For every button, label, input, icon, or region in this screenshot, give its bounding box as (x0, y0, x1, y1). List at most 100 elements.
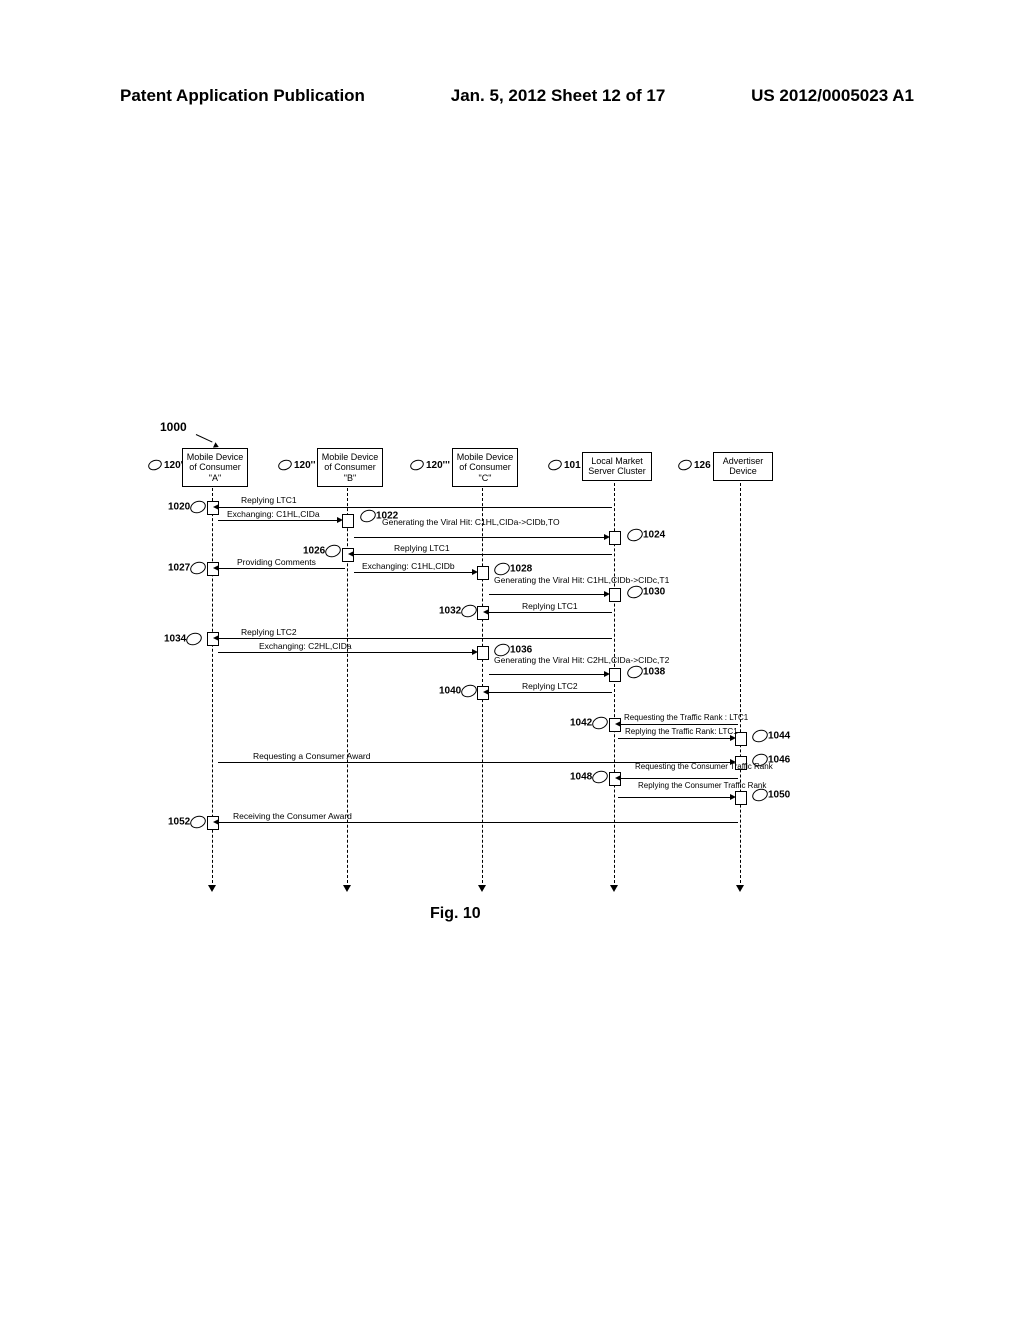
header-right: US 2012/0005023 A1 (751, 86, 914, 106)
figure-caption: Fig. 10 (430, 905, 481, 923)
msg-text: Replying the Traffic Rank: LTC1 (625, 727, 738, 736)
activation (477, 646, 489, 660)
arrow-left-icon (348, 551, 354, 557)
ref: 1024 (643, 530, 665, 541)
callout-1040: 1040 (439, 685, 477, 697)
ref: 1050 (768, 790, 790, 801)
page-header: Patent Application Publication Jan. 5, 2… (0, 86, 1024, 106)
msg-text: Requesting a Consumer Award (253, 751, 371, 761)
msg-line (219, 638, 612, 639)
ref: 1030 (643, 587, 665, 598)
msg-line (219, 507, 612, 508)
arrow-right-icon (604, 591, 610, 597)
callout-1030: 1030 (627, 586, 665, 598)
msg-line (621, 778, 738, 779)
ref: 1036 (510, 645, 532, 656)
callout-1026: 1026 (303, 545, 341, 557)
ref: 1028 (510, 564, 532, 575)
ref-text: 126 (694, 460, 711, 471)
arrow-right-icon (337, 517, 343, 523)
arrow-left-icon (213, 819, 219, 825)
ref: 1044 (768, 731, 790, 742)
activation (342, 514, 354, 528)
callout-1028: 1028 (494, 563, 532, 575)
msg-line (354, 572, 476, 573)
diagram-number-arrow (196, 432, 220, 444)
callout-1048: 1048 (570, 771, 608, 783)
msg-line (489, 692, 612, 693)
header-middle: Jan. 5, 2012 Sheet 12 of 17 (451, 86, 666, 106)
lifeline-arrow (478, 885, 486, 892)
ref: 1027 (168, 563, 190, 574)
lifeline-advertiser (740, 483, 741, 888)
lifeline-arrow (736, 885, 744, 892)
actor-label: Local Market Server Cluster (588, 456, 646, 476)
arrow-left-icon (483, 689, 489, 695)
msg-line (618, 738, 734, 739)
msg-text: Exchanging: C1HL,CIDb (362, 561, 455, 571)
callout-1032: 1032 (439, 605, 477, 617)
msg-text: Exchanging: C2HL,CIDa (259, 641, 352, 651)
lifeline-arrow (208, 885, 216, 892)
actor-label: Mobile Device of Consumer "A" (187, 452, 244, 483)
ref-text: 120'' (294, 460, 315, 471)
actor-box-server: Local Market Server Cluster (582, 452, 652, 481)
arrow-left-icon (615, 721, 621, 727)
msg-line (354, 537, 608, 538)
msg-text: Generating the Viral Hit: C1HL,CIDb->CID… (494, 576, 610, 585)
arrow-right-icon (730, 794, 736, 800)
msg-text: Requesting the Consumer Traffic Rank (635, 763, 735, 772)
callout-1024: 1024 (627, 529, 665, 541)
msg-line (354, 554, 612, 555)
ref: 1026 (303, 546, 325, 557)
msg-text: Replying LTC2 (241, 627, 297, 637)
msg-text: Replying LTC2 (522, 681, 578, 691)
arrow-left-icon (483, 609, 489, 615)
ref-text: 120''' (426, 460, 450, 471)
ref: 1020 (168, 502, 190, 513)
msg-line (219, 568, 345, 569)
lifeline-arrow (343, 885, 351, 892)
msg-line (621, 724, 738, 725)
arrow-right-icon (472, 649, 478, 655)
actor-ref-a1: 120' (148, 460, 183, 471)
ref: 1038 (643, 667, 665, 678)
msg-text: Generating the Viral Hit: C1HL,CIDa->CID… (382, 518, 512, 527)
ref: 1052 (168, 817, 190, 828)
ref-text: 101 (564, 460, 581, 471)
actor-ref-a5: 126 (678, 460, 711, 471)
patent-page: Patent Application Publication Jan. 5, 2… (0, 0, 1024, 1320)
msg-text: Replying LTC1 (394, 543, 450, 553)
callout-1034: 1034 (164, 633, 202, 645)
actor-box-consumer-b: Mobile Device of Consumer "B" (317, 448, 383, 487)
ref: 1048 (570, 772, 592, 783)
actor-ref-a2: 120'' (278, 460, 315, 471)
msg-line (489, 612, 612, 613)
msg-text: Replying LTC1 (241, 495, 297, 505)
arrow-right-icon (472, 569, 478, 575)
arrow-left-icon (213, 635, 219, 641)
ref: 1034 (164, 634, 186, 645)
msg-line (618, 797, 734, 798)
actor-label: Mobile Device of Consumer "C" (457, 452, 514, 483)
actor-label: Mobile Device of Consumer "B" (322, 452, 379, 483)
msg-text: Replying the Consumer Traffic Rank (638, 782, 734, 791)
callout-1044: 1044 (752, 730, 790, 742)
lifeline-arrow (610, 885, 618, 892)
msg-text: Generating the Viral Hit: C2HL,CIDa->CID… (494, 656, 610, 665)
msg-line (489, 594, 608, 595)
msg-text: Replying LTC1 (522, 601, 578, 611)
ref: 1032 (439, 606, 461, 617)
actor-box-advertiser: Advertiser Device (713, 452, 773, 481)
msg-line (218, 652, 476, 653)
activation (735, 791, 747, 805)
actor-box-consumer-a: Mobile Device of Consumer "A" (182, 448, 248, 487)
msg-line (218, 520, 341, 521)
activation (609, 588, 621, 602)
arrow-right-icon (604, 534, 610, 540)
actor-label: Advertiser Device (723, 456, 764, 476)
callout-1050: 1050 (752, 789, 790, 801)
msg-text: Providing Comments (237, 557, 316, 567)
diagram-number: 1000 (160, 420, 187, 434)
ref-text: 120' (164, 460, 183, 471)
